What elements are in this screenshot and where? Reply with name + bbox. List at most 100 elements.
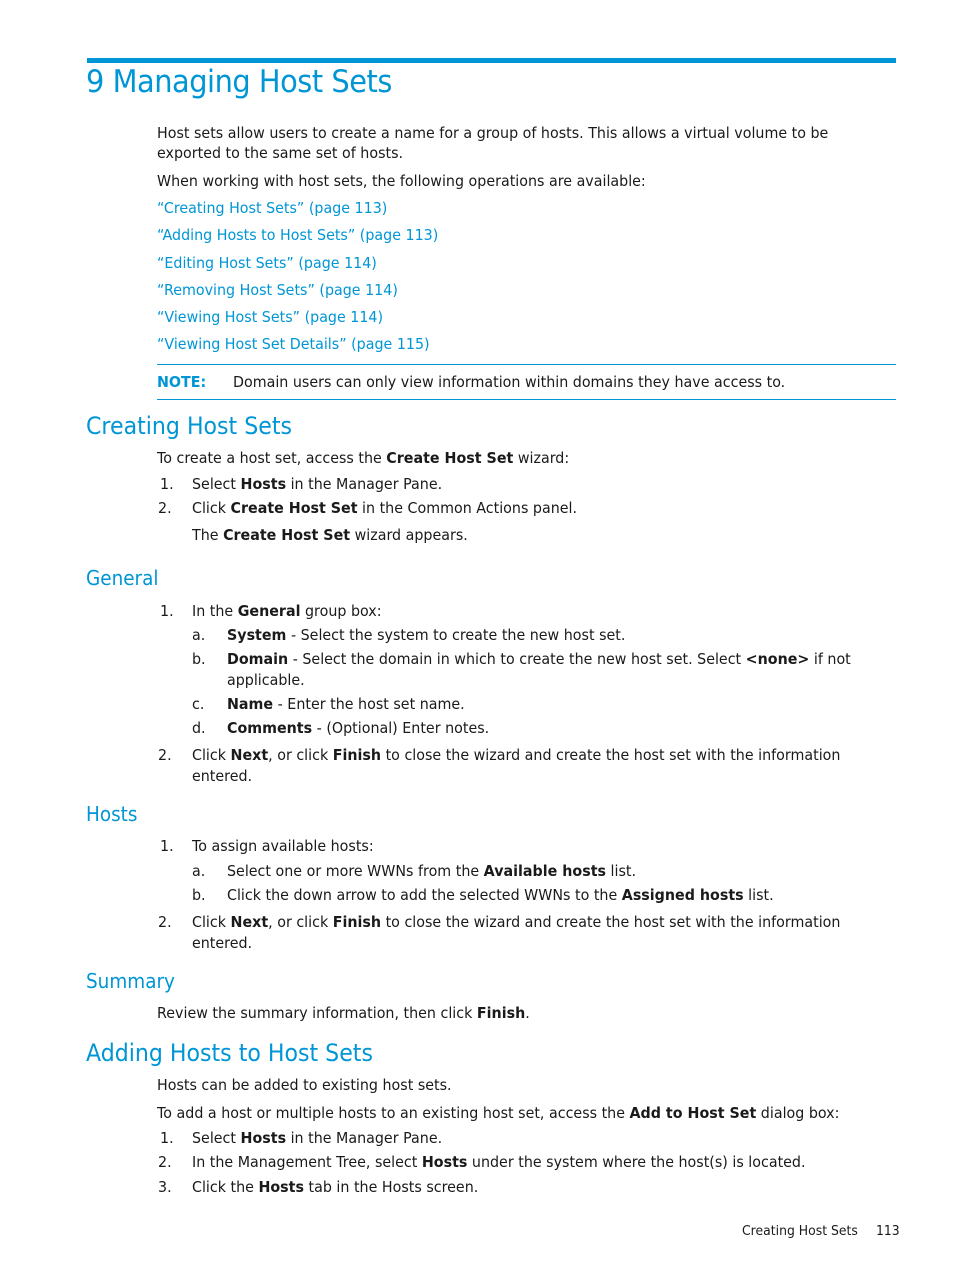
list-letter: c. — [192, 695, 205, 713]
ui-term: Hosts — [240, 475, 287, 493]
general-step-2: Click Next, or click Finish to close the… — [192, 745, 840, 766]
text: list. — [743, 886, 774, 904]
intro-paragraph-line-1: Host sets allow users to create a name f… — [157, 124, 829, 142]
text: Select — [192, 1129, 241, 1147]
text: The — [192, 526, 224, 544]
text: Click — [192, 499, 231, 517]
ui-term: Hosts — [421, 1153, 468, 1171]
list-letter: b. — [192, 650, 206, 668]
general-substep-b: Domain - Select the domain in which to c… — [227, 649, 851, 670]
link-editing-host-sets[interactable]: “Editing Host Sets” (page 114) — [157, 253, 377, 274]
ui-term: Next — [230, 913, 269, 931]
ui-term: Hosts — [240, 1129, 287, 1147]
list-letter: b. — [192, 886, 206, 904]
ui-term: <none> — [745, 650, 810, 668]
ui-term: Hosts — [258, 1178, 304, 1196]
ui-term: System — [227, 626, 287, 644]
adding-step-3: Click the Hosts tab in the Hosts screen. — [192, 1177, 478, 1198]
list-number: 1. — [160, 475, 174, 493]
general-substep-a: System - Select the system to create the… — [227, 625, 625, 646]
list-letter: a. — [192, 862, 206, 880]
text: in the Common Actions panel. — [357, 499, 578, 517]
adding-step-2: In the Management Tree, select Hosts und… — [192, 1152, 806, 1173]
ui-term: Create Host Set — [230, 499, 358, 517]
footer-page-number: 113 — [876, 1223, 900, 1239]
ui-term: Domain — [227, 650, 289, 668]
hosts-step-2: Click Next, or click Finish to close the… — [192, 912, 840, 933]
creating-intro: To create a host set, access the Create … — [157, 448, 569, 469]
text: Select one or more WWNs from the — [227, 862, 484, 880]
text: under the system where the host(s) is lo… — [467, 1153, 806, 1171]
text: in the Manager Pane. — [286, 1129, 443, 1147]
text: - (Optional) Enter notes. — [312, 719, 490, 737]
text: , or click — [268, 913, 333, 931]
creating-step-2: Click Create Host Set in the Common Acti… — [192, 498, 577, 519]
footer-section-title: Creating Host Sets — [742, 1223, 858, 1239]
hosts-step-1: To assign available hosts: — [192, 837, 374, 855]
text: to close the wizard and create the host … — [381, 913, 841, 931]
general-substep-c: Name - Enter the host set name. — [227, 694, 465, 715]
link-removing-host-sets[interactable]: “Removing Host Sets” (page 114) — [157, 280, 398, 301]
text: to close the wizard and create the host … — [381, 746, 841, 764]
link-adding-hosts-to-host-sets[interactable]: “Adding Hosts to Host Sets” (page 113) — [157, 225, 438, 246]
text: group box: — [300, 602, 382, 620]
text: Click the — [192, 1178, 259, 1196]
text: To create a host set, access the — [157, 449, 387, 467]
text: Select — [192, 475, 241, 493]
hosts-substep-a: Select one or more WWNs from the Availab… — [227, 861, 636, 882]
operations-intro: When working with host sets, the followi… — [157, 172, 646, 190]
hosts-substep-b: Click the down arrow to add the selected… — [227, 885, 774, 906]
link-viewing-host-sets[interactable]: “Viewing Host Sets” (page 114) — [157, 307, 383, 328]
list-number: 2. — [158, 746, 172, 764]
text: - Select the domain in which to create t… — [288, 650, 746, 668]
text: Review the summary information, then cli… — [157, 1004, 477, 1022]
summary-text: Review the summary information, then cli… — [157, 1003, 530, 1024]
creating-result: The Create Host Set wizard appears. — [192, 525, 468, 546]
text: , or click — [268, 746, 333, 764]
adding-intro-1: Hosts can be added to existing host sets… — [157, 1076, 452, 1094]
list-letter: d. — [192, 719, 206, 737]
heading-creating-host-sets: Creating Host Sets — [86, 412, 293, 440]
ui-term: Add to Host Set — [629, 1104, 757, 1122]
text: In the Management Tree, select — [192, 1153, 422, 1171]
list-number: 3. — [158, 1178, 172, 1196]
note-text: Domain users can only view information w… — [233, 373, 786, 391]
general-step-1: In the General group box: — [192, 601, 382, 622]
link-creating-host-sets[interactable]: “Creating Host Sets” (page 113) — [157, 198, 387, 219]
text: In the — [192, 602, 238, 620]
ui-term: Finish — [476, 1004, 526, 1022]
ui-term: Create Host Set — [386, 449, 514, 467]
list-number: 2. — [158, 1153, 172, 1171]
heading-adding-hosts-to-host-sets: Adding Hosts to Host Sets — [86, 1039, 373, 1067]
general-step-2-cont: entered. — [192, 767, 253, 785]
intro-paragraph-line-2: exported to the same set of hosts. — [157, 144, 404, 162]
text: . — [525, 1004, 530, 1022]
list-letter: a. — [192, 626, 206, 644]
heading-summary: Summary — [86, 969, 175, 993]
list-number: 2. — [158, 913, 172, 931]
chapter-title: 9 Managing Host Sets — [86, 64, 392, 100]
text: tab in the Hosts screen. — [303, 1178, 479, 1196]
ui-term: Assigned hosts — [621, 886, 744, 904]
adding-step-1: Select Hosts in the Manager Pane. — [192, 1128, 442, 1149]
hosts-step-2-cont: entered. — [192, 934, 253, 952]
ui-term: Available hosts — [483, 862, 607, 880]
heading-hosts: Hosts — [86, 802, 138, 826]
ui-term: Create Host Set — [223, 526, 351, 544]
note-top-rule — [157, 364, 896, 365]
general-substep-d: Comments - (Optional) Enter notes. — [227, 718, 489, 739]
text: Click — [192, 746, 231, 764]
note-bottom-rule — [157, 399, 896, 400]
text: wizard: — [513, 449, 570, 467]
text: To add a host or multiple hosts to an ex… — [157, 1104, 630, 1122]
link-viewing-host-set-details[interactable]: “Viewing Host Set Details” (page 115) — [157, 334, 430, 355]
text: if not — [809, 650, 851, 668]
list-number: 1. — [160, 602, 174, 620]
text: - Enter the host set name. — [273, 695, 465, 713]
list-number: 2. — [158, 499, 172, 517]
creating-step-1: Select Hosts in the Manager Pane. — [192, 474, 442, 495]
chapter-top-rule — [87, 58, 896, 63]
list-number: 1. — [160, 1129, 174, 1147]
text: - Select the system to create the new ho… — [286, 626, 626, 644]
text: in the Manager Pane. — [286, 475, 443, 493]
